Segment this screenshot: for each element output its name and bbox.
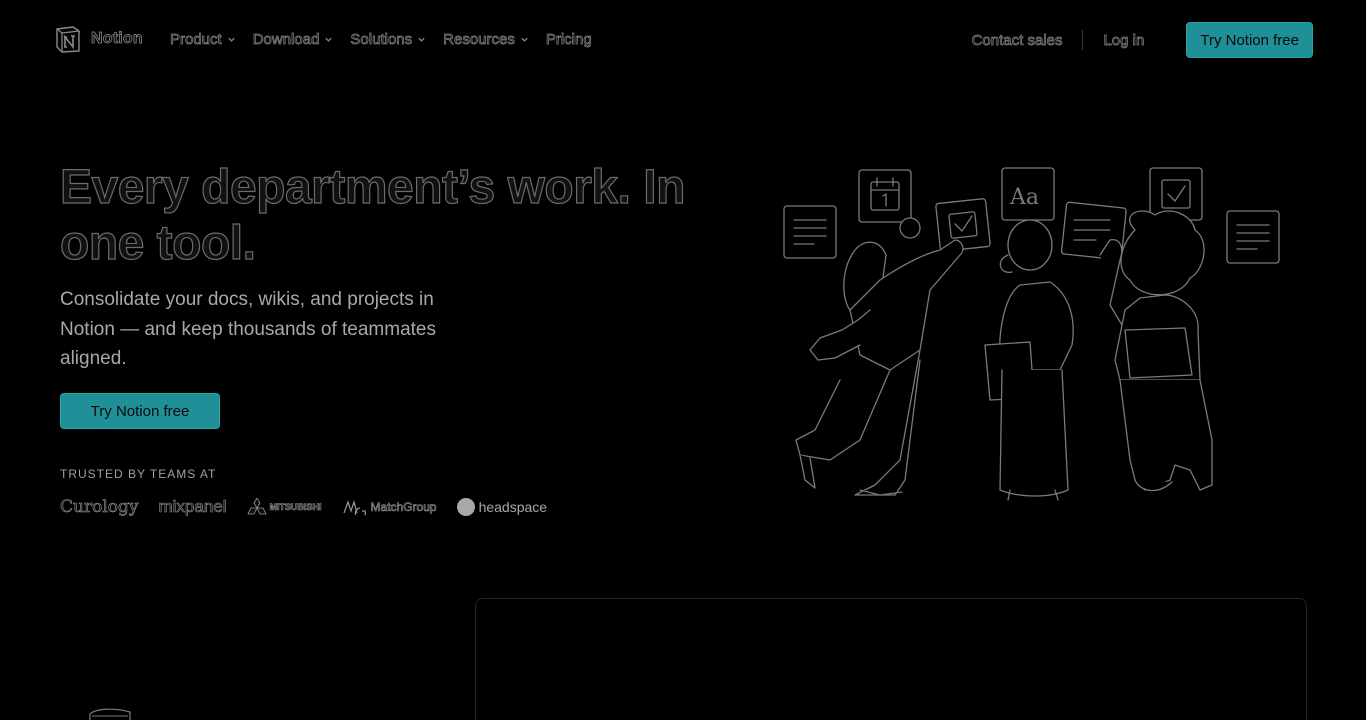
nav-item-label: Resources [443,31,515,49]
mitsubishi-diamonds-icon [246,498,267,515]
held-checkbox-card-icon [935,198,991,252]
customer-logos: Curology mixpanel MITSUBISHI MatchGroup … [60,493,567,521]
person-left-figure [795,217,964,496]
nav-item-pricing[interactable]: Pricing [545,31,592,49]
notion-logo-icon [56,26,80,53]
nav-item-label: Pricing [545,31,592,49]
chevron-down-icon [228,37,235,42]
nav-divider [1082,30,1084,50]
headspace-wordmark: headspace [478,499,548,515]
hero-subtitle: Consolidate your docs, wikis, and projec… [60,289,437,369]
nav-item-download[interactable]: Download [252,31,334,49]
nav-menu: Product Download Solutions Resources Pri… [170,31,609,49]
top-nav: Notion Product Download Solutions Resour… [0,0,1366,80]
try-notion-free-button[interactable]: Try Notion free [1186,22,1313,58]
brand-name: Notion [91,30,143,48]
nav-item-solutions[interactable]: Solutions [350,31,426,48]
svg-text:Aa: Aa [1009,185,1039,210]
nav-item-label: Product [170,31,222,49]
document-card-icon [783,205,837,259]
hero-cta-button[interactable]: Try Notion free [60,393,220,429]
hero-illustration: Aa [783,167,1280,501]
matchgroup-mark-icon [342,499,366,515]
chevron-down-icon [521,37,528,42]
person-middle-figure [984,219,1074,501]
headspace-logo: headspace [456,498,548,516]
nav-item-label: Download [252,31,320,49]
login-link[interactable]: Log in [1103,31,1145,49]
notion-logo[interactable]: Notion [53,24,143,54]
matchgroup-logo: MatchGroup [342,499,437,515]
mitsubishi-wordmark: MITSUBISHI [269,502,322,513]
chevron-down-icon [418,37,425,42]
product-preview-panel [475,598,1307,720]
calendar-card-icon [858,169,912,223]
curology-logo: Curology [60,497,139,518]
mitsubishi-logo: MITSUBISHI [246,498,322,516]
person-right-figure [1099,210,1213,492]
text-card-icon: Aa [1001,167,1055,221]
nav-actions: Contact sales Log in Try Notion free [971,22,1313,58]
contact-sales-link[interactable]: Contact sales [971,31,1063,49]
document-card-icon [1226,210,1280,264]
nav-item-product[interactable]: Product [170,31,236,48]
trusted-label: TRUSTED BY TEAMS AT [60,467,217,481]
hero-title: Every department’s work. In one tool. [59,160,686,270]
matchgroup-wordmark: MatchGroup [370,500,437,515]
chevron-down-icon [325,37,333,42]
section-illustration-icon [89,708,131,720]
nav-item-label: Solutions [350,31,413,49]
nav-item-resources[interactable]: Resources [443,31,529,48]
mixpanel-logo: mixpanel [158,497,227,517]
headspace-dot-icon [456,498,475,516]
